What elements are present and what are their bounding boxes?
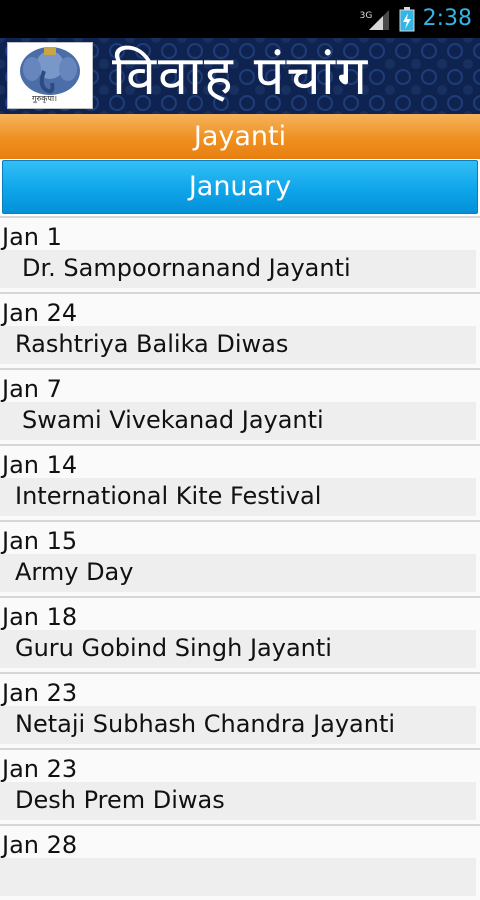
event-name: Desh Prem Diwas xyxy=(15,786,225,814)
event-name: Swami Vivekanad Jayanti xyxy=(22,406,324,434)
month-selector-button[interactable]: January xyxy=(2,160,478,214)
event-date: Jan 23 xyxy=(2,679,78,707)
event-name: Rashtriya Balika Diwas xyxy=(15,330,289,358)
list-item[interactable]: Jan 7 Swami Vivekanad Jayanti xyxy=(0,368,480,444)
category-header: Jayanti xyxy=(0,114,480,159)
event-date: Jan 15 xyxy=(2,527,78,555)
status-bar: 3G 2:38 xyxy=(0,0,480,38)
battery-charging-icon xyxy=(399,6,415,32)
list-item[interactable]: Jan 18 Guru Gobind Singh Jayanti xyxy=(0,596,480,672)
list-item[interactable]: Jan 23 Desh Prem Diwas xyxy=(0,748,480,824)
event-date: Jan 1 xyxy=(2,223,62,251)
status-icons: 3G 2:38 xyxy=(359,0,472,38)
app-banner: गुरुकृपा। विवाह पंचांग xyxy=(0,38,480,114)
status-clock: 2:38 xyxy=(422,6,472,31)
ganesha-logo-icon: गुरुकृपा। xyxy=(7,42,93,109)
event-name: Army Day xyxy=(15,558,134,586)
signal-icon: 3G xyxy=(359,6,391,32)
list-item[interactable]: Jan 23 Netaji Subhash Chandra Jayanti xyxy=(0,672,480,748)
event-date: Jan 23 xyxy=(2,755,78,783)
list-item[interactable]: Jan 24 Rashtriya Balika Diwas xyxy=(0,292,480,368)
event-date: Jan 24 xyxy=(2,299,78,327)
app-title: विवाह पंचांग xyxy=(112,44,370,107)
event-name: Guru Gobind Singh Jayanti xyxy=(15,634,332,662)
event-name-background xyxy=(0,858,476,896)
list-item[interactable]: Jan 14 International Kite Festival xyxy=(0,444,480,520)
list-item[interactable]: Jan 15 Army Day xyxy=(0,520,480,596)
list-item[interactable]: Jan 28 xyxy=(0,824,480,900)
network-type-label: 3G xyxy=(359,11,373,21)
event-date: Jan 14 xyxy=(2,451,78,479)
event-date: Jan 28 xyxy=(2,831,78,859)
event-date: Jan 7 xyxy=(2,375,62,403)
list-item[interactable]: Jan 1 Dr. Sampoornanand Jayanti xyxy=(0,216,480,292)
event-name: International Kite Festival xyxy=(15,482,322,510)
event-name: Netaji Subhash Chandra Jayanti xyxy=(15,710,396,738)
event-date: Jan 18 xyxy=(2,603,78,631)
logo-caption: गुरुकृपा। xyxy=(32,94,58,103)
event-name: Dr. Sampoornanand Jayanti xyxy=(22,254,351,282)
event-list[interactable]: Jan 1 Dr. Sampoornanand Jayanti Jan 24 R… xyxy=(0,216,480,900)
